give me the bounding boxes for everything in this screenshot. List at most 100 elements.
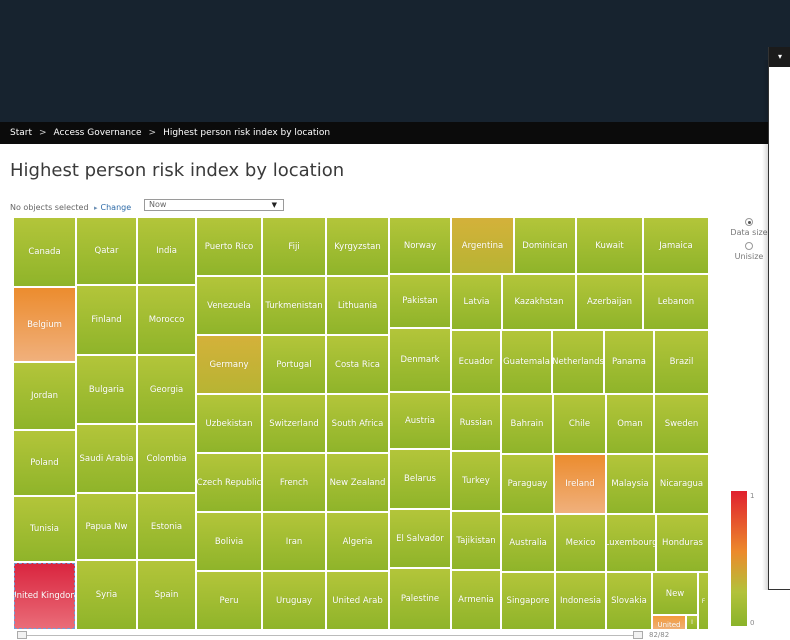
treemap-cell[interactable]: Canada	[13, 217, 76, 287]
radio-unisize[interactable]	[745, 242, 753, 250]
treemap-cell[interactable]: Tajikistan	[451, 511, 501, 570]
time-select[interactable]: Now ▼	[144, 199, 284, 211]
treemap-cell[interactable]: Kazakhstan	[502, 274, 576, 330]
treemap-cell[interactable]: United Kingdom	[13, 562, 76, 630]
treemap-cell[interactable]: Ireland	[554, 454, 606, 514]
treemap-cell[interactable]: Uruguay	[262, 571, 326, 630]
treemap-cell[interactable]: Mexico	[555, 514, 606, 572]
treemap-cell[interactable]: Singapore	[501, 572, 555, 630]
treemap-cell[interactable]: Russian	[451, 394, 501, 451]
treemap-cell[interactable]: South Africa	[326, 394, 389, 453]
treemap-cell[interactable]: Pakistan	[389, 274, 451, 328]
treemap-cell[interactable]: F	[698, 572, 709, 630]
treemap-cell[interactable]: Puerto Rico	[196, 217, 262, 276]
treemap-cell[interactable]: Chile	[553, 394, 606, 454]
treemap-cell[interactable]: Switzerland	[262, 394, 326, 453]
treemap-cell[interactable]: Palestine	[389, 568, 451, 630]
treemap-cell[interactable]: El Salvador	[389, 509, 451, 568]
treemap-cell[interactable]: Latvia	[451, 274, 502, 330]
treemap-cell[interactable]: Dominican	[514, 217, 576, 274]
treemap-cell[interactable]: Denmark	[389, 328, 451, 392]
treemap-cell[interactable]: Sweden	[654, 394, 709, 454]
change-link[interactable]: ▸ Change	[94, 203, 131, 212]
treemap-cell[interactable]: Estonia	[137, 493, 196, 560]
treemap-cell[interactable]: Qatar	[76, 217, 137, 285]
treemap-cell[interactable]: New	[652, 572, 698, 615]
treemap-cell[interactable]: Jordan	[13, 362, 76, 430]
pager-start-handle[interactable]	[17, 631, 27, 639]
treemap-cell[interactable]: United Arab	[326, 571, 389, 630]
treemap-cell[interactable]: Lithuania	[326, 276, 389, 335]
treemap-cell[interactable]: Iran	[262, 512, 326, 571]
breadcrumb-item-start[interactable]: Start	[10, 122, 32, 144]
treemap-cell[interactable]: Turkmenistan	[262, 276, 326, 335]
treemap-cell[interactable]: Luxembourg	[606, 514, 656, 572]
breadcrumb-item-access-governance[interactable]: Access Governance	[54, 122, 142, 144]
risk-color-legend	[731, 491, 747, 626]
treemap-cell[interactable]: Netherlands	[552, 330, 604, 394]
treemap-cell[interactable]: Kyrgyzstan	[326, 217, 389, 276]
treemap-cell[interactable]: Venezuela	[196, 276, 262, 335]
panel-dropdown-toggle[interactable]: ▾	[769, 47, 790, 67]
treemap-cell[interactable]: Brazil	[654, 330, 709, 394]
treemap-cell[interactable]: Bolivia	[196, 512, 262, 571]
treemap-cell[interactable]: Finland	[76, 285, 137, 355]
treemap-cell[interactable]: French	[262, 453, 326, 512]
treemap-cell[interactable]: Malaysia	[606, 454, 654, 514]
treemap-cell[interactable]: Jamaica	[643, 217, 709, 274]
treemap-cell[interactable]: Czech Republic	[196, 453, 262, 512]
breadcrumb-separator: >	[148, 128, 157, 138]
top-header	[0, 0, 790, 122]
treemap-cell[interactable]: Turkey	[451, 451, 501, 511]
treemap-cell[interactable]: I	[686, 615, 698, 630]
treemap-cell[interactable]: Honduras	[656, 514, 709, 572]
treemap-cell[interactable]: Oman	[606, 394, 654, 454]
pager-count: 82/82	[649, 631, 670, 639]
breadcrumb-item-current: Highest person risk index by location	[163, 128, 331, 138]
treemap-cell[interactable]: Costa Rica	[326, 335, 389, 394]
treemap-cell[interactable]: Argentina	[451, 217, 514, 274]
treemap-cell[interactable]: Syria	[76, 560, 137, 630]
treemap-cell[interactable]: Kuwait	[576, 217, 643, 274]
treemap-cell[interactable]: Morocco	[137, 285, 196, 355]
treemap-cell[interactable]: Guatemala	[501, 330, 552, 394]
treemap-cell[interactable]: Tunisia	[13, 496, 76, 562]
treemap-cell[interactable]: Uzbekistan	[196, 394, 262, 453]
arrow-right-icon: ▸	[94, 204, 98, 212]
treemap-cell[interactable]: Bahrain	[501, 394, 553, 454]
treemap-cell[interactable]: Georgia	[137, 355, 196, 424]
treemap-cell[interactable]: Belgium	[13, 287, 76, 362]
treemap-cell[interactable]: Bulgaria	[76, 355, 137, 424]
treemap-cell[interactable]: Nicaragua	[654, 454, 709, 514]
treemap-cell[interactable]: Norway	[389, 217, 451, 274]
treemap-cell[interactable]: Peru	[196, 571, 262, 630]
treemap-cell[interactable]: Ecuador	[451, 330, 501, 394]
caret-down-icon: ▾	[777, 52, 782, 61]
treemap-cell[interactable]: Belarus	[389, 449, 451, 509]
treemap-cell[interactable]: Panama	[604, 330, 654, 394]
treemap-cell[interactable]: Algeria	[326, 512, 389, 571]
treemap-cell[interactable]: Azerbaijan	[576, 274, 643, 330]
treemap-cell[interactable]: Indonesia	[555, 572, 606, 630]
treemap-cell[interactable]: United	[652, 615, 686, 630]
treemap-cell[interactable]: Lebanon	[643, 274, 709, 330]
breadcrumb: Start > Access Governance > Highest person r…	[0, 122, 768, 144]
treemap-cell[interactable]: Austria	[389, 392, 451, 449]
treemap-cell[interactable]: Paraguay	[501, 454, 554, 514]
treemap-cell[interactable]: Saudi Arabia	[76, 424, 137, 493]
treemap-cell[interactable]: Fiji	[262, 217, 326, 276]
radio-data-size[interactable]	[745, 218, 753, 226]
pager-end-handle[interactable]	[633, 631, 643, 639]
treemap-cell[interactable]: Portugal	[262, 335, 326, 394]
treemap-cell[interactable]: Papua Nw	[76, 493, 137, 560]
treemap-cell[interactable]: India	[137, 217, 196, 285]
treemap-cell[interactable]: Germany	[196, 335, 262, 394]
treemap-cell[interactable]: Armenia	[451, 570, 501, 630]
treemap-cell[interactable]: Slovakia	[606, 572, 652, 630]
treemap-cell[interactable]: Poland	[13, 430, 76, 496]
treemap-cell[interactable]: Spain	[137, 560, 196, 630]
pager-track[interactable]	[27, 635, 633, 636]
treemap-cell[interactable]: Colombia	[137, 424, 196, 493]
treemap-cell[interactable]: Australia	[501, 514, 555, 572]
treemap-cell[interactable]: New Zealand	[326, 453, 389, 512]
